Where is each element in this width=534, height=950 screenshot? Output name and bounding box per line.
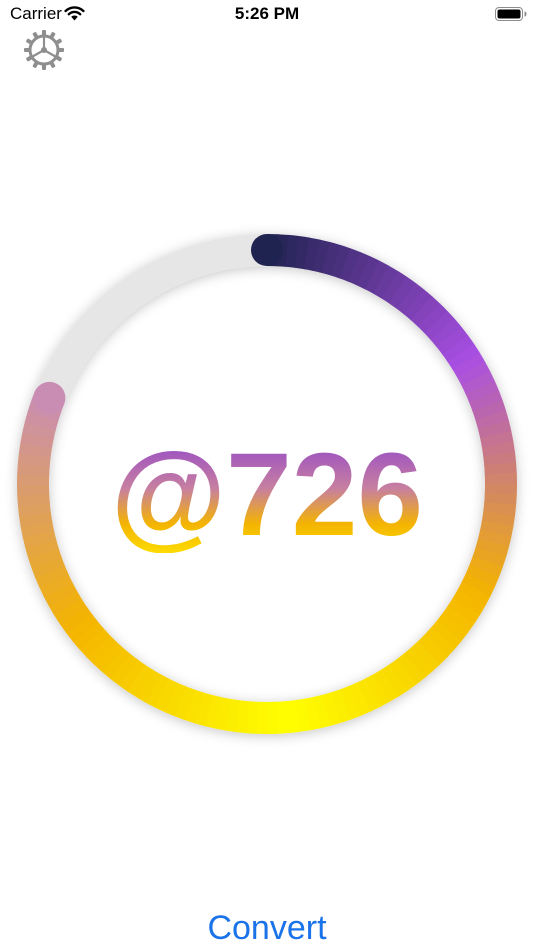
- progress-arc-segment: [457, 581, 491, 607]
- progress-arc-segment: [380, 664, 408, 698]
- progress-arc-segment: [183, 689, 204, 724]
- progress-value-text: @726: [111, 429, 423, 553]
- progress-arc-segment: [364, 673, 390, 708]
- progress-arc-segment: [321, 692, 341, 727]
- progress-arc-segment: [235, 700, 250, 734]
- progress-arc-segment: [294, 698, 310, 733]
- progress-arc-segment: [348, 251, 371, 286]
- progress-arc-segment: [347, 682, 371, 717]
- progress-arc-segment: [330, 689, 351, 724]
- convert-button[interactable]: Convert: [0, 906, 534, 950]
- progress-arc-segment: [285, 700, 300, 734]
- progress-arc-segment: [465, 380, 500, 404]
- progress-arc-segment: [224, 698, 241, 733]
- progress-arc-segment: [31, 556, 66, 579]
- progress-arc-segment: [452, 589, 486, 616]
- progress-arc-segment: [339, 686, 361, 720]
- progress-arc-segment: [461, 573, 496, 597]
- status-time: 5:26 PM: [234, 4, 300, 23]
- progress-arc-segment: [48, 590, 82, 616]
- progress-arc-segment: [403, 289, 433, 321]
- battery-icon: [495, 7, 527, 21]
- progress-arc-segment: [163, 682, 187, 717]
- gear-icon[interactable]: [23, 29, 65, 71]
- progress-arc-segment: [330, 244, 352, 279]
- progress-arc-segment: [173, 686, 196, 721]
- progress-arc-segment: [214, 697, 231, 731]
- progress-arc-segment: [294, 236, 311, 270]
- progress-arc-segment: [27, 547, 62, 569]
- progress-arc-segment: [372, 669, 399, 703]
- progress-arc-segment: [356, 256, 381, 290]
- progress-arc-segment: [417, 634, 448, 665]
- progress-arc-segment: [72, 620, 104, 650]
- progress-arc-segment: [410, 296, 441, 328]
- progress-arc-segment: [436, 613, 469, 642]
- progress-arc-segment: [424, 627, 456, 658]
- progress-arc-start-cap: [251, 234, 283, 266]
- progress-arc-segment: [442, 335, 475, 363]
- progress-arc-segment: [373, 265, 399, 299]
- progress-arc-segment: [339, 248, 362, 283]
- progress-arc-segment: [417, 303, 449, 334]
- progress-arc-end-cap: [33, 381, 66, 414]
- progress-arc-segment: [472, 547, 507, 568]
- progress-arc-segment: [126, 664, 154, 698]
- progress-value: @726: [111, 429, 423, 553]
- progress-arc-segment: [472, 400, 507, 421]
- progress-arc-segment: [469, 390, 503, 413]
- progress-arc-segment: [154, 678, 178, 713]
- progress-arc-segment: [364, 260, 390, 295]
- progress-arc-segment: [303, 237, 321, 272]
- progress-arc-segment: [356, 678, 381, 712]
- progress-arc-segment: [59, 606, 93, 634]
- progress-arc-segment: [101, 647, 131, 680]
- progress-arc-segment: [43, 582, 78, 607]
- progress-arc-segment: [388, 658, 417, 692]
- progress-arc-segment: [465, 564, 500, 588]
- progress-arc-segment: [321, 242, 342, 276]
- progress-arc-segment: [447, 597, 481, 625]
- progress-arc-segment: [54, 598, 87, 625]
- progress-arc-segment: [452, 352, 486, 379]
- progress-arc-segment: [430, 620, 462, 650]
- status-bar: Carrier 5:26 PM: [0, 0, 534, 30]
- progress-arc-segment: [303, 696, 321, 731]
- progress-arc-segment: [381, 271, 408, 304]
- progress-arc-segment: [469, 556, 503, 578]
- progress-arc-segment: [35, 565, 69, 588]
- progress-arc-segment: [245, 701, 259, 734]
- progress-arc-segment: [403, 647, 433, 679]
- progress-arc-segment: [135, 669, 162, 703]
- progress-arc-segment: [79, 627, 111, 658]
- progress-arc-segment: [86, 634, 117, 666]
- progress-arc-segment: [396, 653, 425, 686]
- progress-arc-segment: [447, 343, 481, 371]
- progress-arc-segment: [118, 659, 146, 692]
- progress-arc-segment: [39, 573, 73, 598]
- progress-arc-segment: [388, 276, 417, 310]
- progress-arc-segment: [430, 318, 462, 348]
- progress-arc-segment: [312, 694, 331, 729]
- progress-arc-segment: [193, 692, 213, 727]
- progress-arc-segment: [396, 282, 425, 315]
- progress-arc-segment: [93, 641, 124, 673]
- progress-arc-segment: [312, 239, 331, 274]
- progress-arc-segment: [275, 701, 289, 734]
- progress-arc-segment: [424, 310, 456, 341]
- progress-arc-segment: [461, 371, 496, 395]
- progress-arc-segment: [145, 674, 170, 708]
- progress-arc-segment: [203, 694, 222, 729]
- progress-arc-segment: [457, 361, 491, 387]
- progress-arc-segment: [436, 326, 469, 355]
- progress-arc-segment: [410, 640, 441, 672]
- progress-arc-segment: [109, 653, 139, 686]
- progress-arc-segment: [441, 605, 475, 634]
- progress-arc-segment: [66, 613, 98, 642]
- progress-arc-segment: [285, 234, 300, 268]
